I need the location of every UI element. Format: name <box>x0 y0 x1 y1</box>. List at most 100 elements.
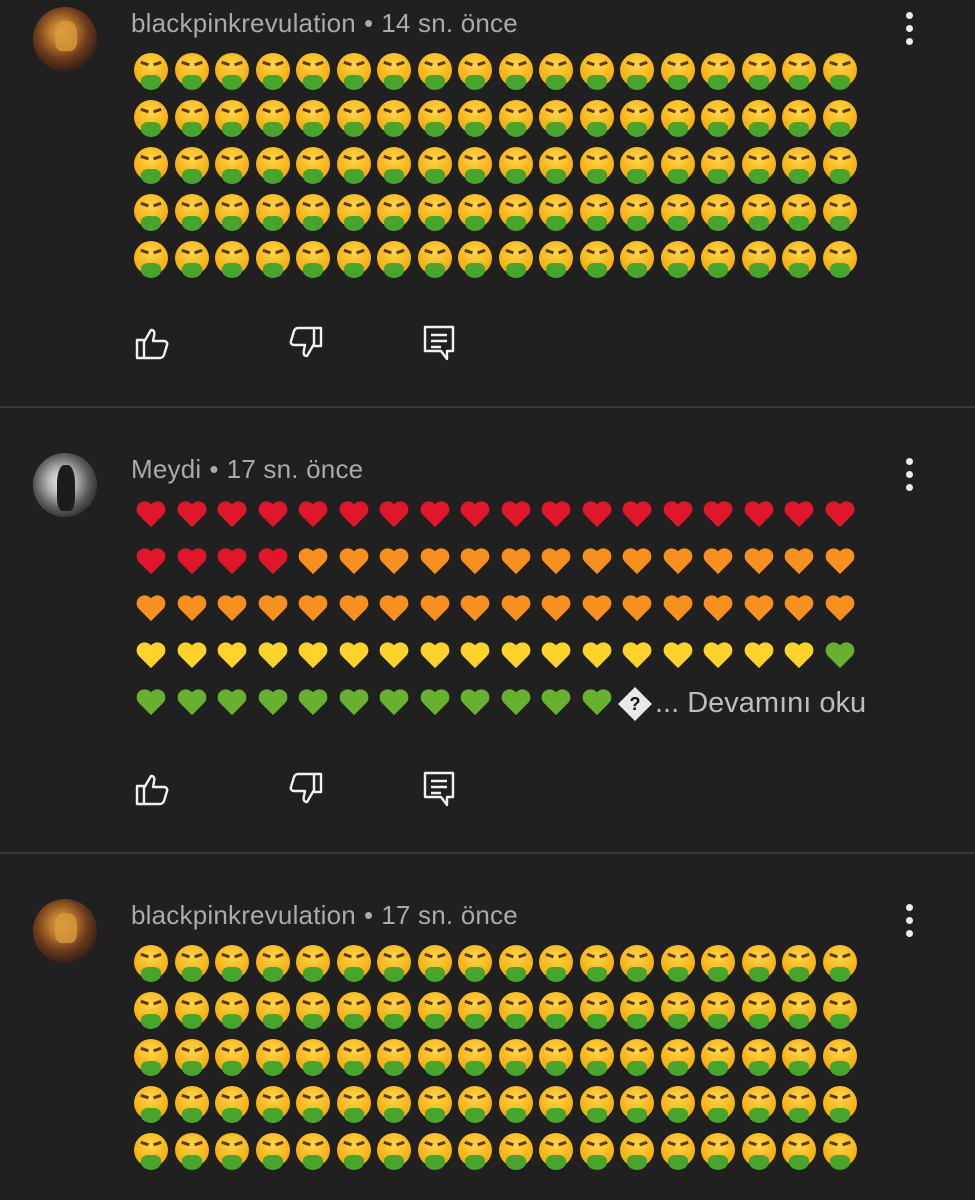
face-vomiting-emoji <box>415 191 456 231</box>
red-heart-emoji <box>334 496 375 536</box>
yellow-heart-emoji <box>698 637 739 677</box>
orange-heart-emoji <box>617 543 658 583</box>
comment-header: blackpinkrevulation • 14 sn. önce <box>131 8 518 39</box>
face-vomiting-emoji <box>172 238 213 278</box>
face-vomiting-emoji <box>779 1083 820 1123</box>
face-vomiting-emoji <box>658 1083 699 1123</box>
face-vomiting-emoji <box>334 191 375 231</box>
red-heart-emoji <box>779 496 820 536</box>
face-vomiting-emoji <box>820 50 861 90</box>
face-vomiting-emoji <box>658 97 699 137</box>
face-vomiting-emoji <box>820 1130 861 1170</box>
face-vomiting-emoji <box>536 1036 577 1076</box>
red-heart-emoji <box>212 496 253 536</box>
face-vomiting-emoji <box>212 97 253 137</box>
face-vomiting-emoji <box>212 191 253 231</box>
face-vomiting-emoji <box>131 238 172 278</box>
face-vomiting-emoji <box>779 1036 820 1076</box>
face-vomiting-emoji <box>334 1036 375 1076</box>
emoji-row <box>131 586 891 633</box>
face-vomiting-emoji <box>779 50 820 90</box>
face-vomiting-emoji <box>577 144 618 184</box>
face-vomiting-emoji <box>131 1083 172 1123</box>
face-vomiting-emoji <box>496 50 537 90</box>
orange-heart-emoji <box>212 590 253 630</box>
face-vomiting-emoji <box>536 50 577 90</box>
orange-heart-emoji <box>374 590 415 630</box>
divider <box>0 406 975 408</box>
face-vomiting-emoji <box>820 97 861 137</box>
green-heart-emoji <box>496 684 537 724</box>
emoji-row <box>131 187 891 234</box>
yellow-heart-emoji <box>455 637 496 677</box>
author-name[interactable]: blackpinkrevulation <box>131 900 356 930</box>
face-vomiting-emoji <box>253 238 294 278</box>
face-vomiting-emoji <box>293 238 334 278</box>
face-vomiting-emoji <box>293 144 334 184</box>
read-more-label[interactable]: Devamını oku <box>679 687 866 719</box>
author-name[interactable]: Meydi <box>131 454 201 484</box>
timestamp[interactable]: 17 sn. önce <box>381 900 518 930</box>
orange-heart-emoji <box>455 590 496 630</box>
face-vomiting-emoji <box>698 942 739 982</box>
face-vomiting-emoji <box>253 989 294 1029</box>
emoji-row <box>131 1032 891 1079</box>
face-vomiting-emoji <box>577 97 618 137</box>
read-more-link[interactable]: ... Devamını oku <box>655 687 866 720</box>
yellow-heart-emoji <box>739 637 780 677</box>
orange-heart-emoji <box>131 590 172 630</box>
face-vomiting-emoji <box>617 238 658 278</box>
author-name[interactable]: blackpinkrevulation <box>131 8 356 38</box>
thumbs-up-icon[interactable] <box>133 323 173 363</box>
green-heart-emoji <box>536 684 577 724</box>
emoji-row <box>131 234 891 281</box>
orange-heart-emoji <box>374 543 415 583</box>
yellow-heart-emoji <box>577 637 618 677</box>
red-heart-emoji <box>253 496 294 536</box>
face-vomiting-emoji <box>455 50 496 90</box>
face-vomiting-emoji <box>698 50 739 90</box>
emoji-row: ?... Devamını oku <box>131 680 891 727</box>
timestamp[interactable]: 14 sn. önce <box>381 8 518 38</box>
avatar[interactable] <box>33 7 97 71</box>
thumbs-up-icon[interactable] <box>133 769 173 809</box>
face-vomiting-emoji <box>617 989 658 1029</box>
face-vomiting-emoji <box>739 191 780 231</box>
face-vomiting-emoji <box>739 1036 780 1076</box>
yellow-heart-emoji <box>131 637 172 677</box>
more-vertical-icon[interactable] <box>900 902 920 942</box>
red-heart-emoji <box>739 496 780 536</box>
more-vertical-icon[interactable] <box>900 10 920 50</box>
face-vomiting-emoji <box>577 238 618 278</box>
reply-icon[interactable] <box>421 323 461 363</box>
face-vomiting-emoji <box>617 191 658 231</box>
face-vomiting-emoji <box>698 1083 739 1123</box>
face-vomiting-emoji <box>698 191 739 231</box>
face-vomiting-emoji <box>779 144 820 184</box>
yellow-heart-emoji <box>496 637 537 677</box>
avatar[interactable] <box>33 899 97 963</box>
face-vomiting-emoji <box>455 989 496 1029</box>
orange-heart-emoji <box>334 590 375 630</box>
timestamp[interactable]: 17 sn. önce <box>227 454 364 484</box>
face-vomiting-emoji <box>779 1130 820 1170</box>
face-vomiting-emoji <box>415 1036 456 1076</box>
red-heart-emoji <box>172 496 213 536</box>
green-heart-emoji <box>293 684 334 724</box>
face-vomiting-emoji <box>334 50 375 90</box>
orange-heart-emoji <box>698 590 739 630</box>
face-vomiting-emoji <box>658 191 699 231</box>
face-vomiting-emoji <box>253 1083 294 1123</box>
avatar[interactable] <box>33 453 97 517</box>
yellow-heart-emoji <box>374 637 415 677</box>
orange-heart-emoji <box>293 543 334 583</box>
face-vomiting-emoji <box>820 144 861 184</box>
thumbs-down-icon[interactable] <box>285 323 325 363</box>
face-vomiting-emoji <box>374 238 415 278</box>
reply-icon[interactable] <box>421 769 461 809</box>
face-vomiting-emoji <box>658 238 699 278</box>
red-heart-emoji <box>820 496 861 536</box>
more-vertical-icon[interactable] <box>900 456 920 496</box>
red-heart-emoji <box>617 496 658 536</box>
thumbs-down-icon[interactable] <box>285 769 325 809</box>
